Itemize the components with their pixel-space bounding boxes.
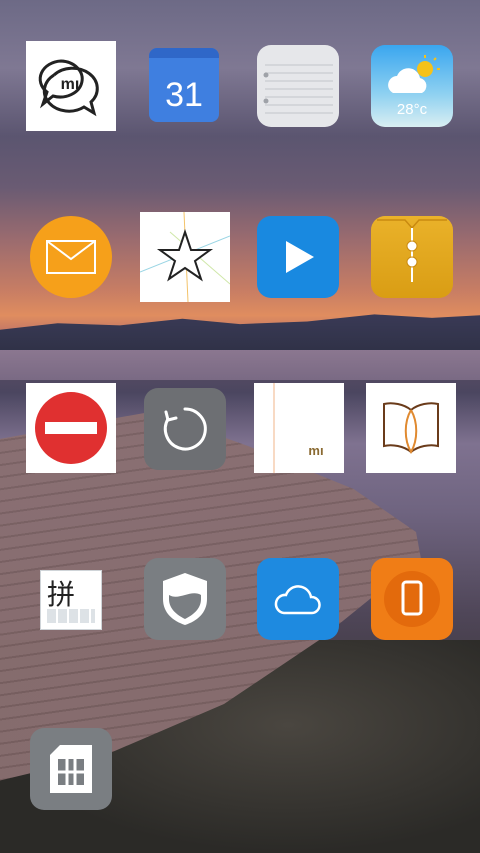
- app-notes[interactable]: [257, 45, 339, 127]
- app-backup[interactable]: [144, 388, 226, 470]
- calendar-icon: [149, 48, 219, 58]
- cloud-icon: [274, 585, 321, 615]
- svg-text:mı: mı: [61, 76, 80, 93]
- restore-icon: [163, 407, 207, 451]
- mi-logo-icon: mı: [273, 383, 324, 473]
- app-phone-manager[interactable]: [371, 558, 453, 640]
- folder-clip-icon: [377, 219, 447, 282]
- app-video[interactable]: [257, 216, 339, 298]
- phone-icon: [384, 571, 440, 627]
- app-security[interactable]: [144, 558, 226, 640]
- app-weather[interactable]: 28°c: [371, 45, 453, 127]
- pinyin-keyboard-icon: 拼: [40, 570, 102, 630]
- mi-chat-icon: mı: [38, 59, 99, 117]
- weather-temperature: 28°c: [396, 101, 428, 118]
- app-blocklist[interactable]: [26, 383, 116, 473]
- star-icon: [140, 212, 230, 302]
- play-icon: [286, 241, 314, 273]
- notepad-icon: [263, 64, 333, 114]
- envelope-icon: [46, 240, 96, 274]
- app-mi-store[interactable]: mı: [254, 383, 344, 473]
- app-calendar[interactable]: 31: [149, 48, 219, 122]
- svg-text:mı: mı: [308, 443, 323, 458]
- calendar-date: 31: [165, 76, 203, 114]
- app-pinyin-keyboard[interactable]: 拼: [32, 560, 110, 636]
- app-mi-talk[interactable]: mı: [26, 41, 116, 131]
- app-grid: mı 31 28°c mı 拼: [0, 0, 480, 853]
- no-entry-icon: [35, 392, 107, 464]
- app-cloud[interactable]: [257, 558, 339, 640]
- open-book-icon: [383, 402, 439, 454]
- app-mail[interactable]: [30, 216, 112, 298]
- shield-icon: [163, 573, 207, 625]
- app-file-manager[interactable]: [371, 216, 453, 298]
- app-themes[interactable]: [140, 212, 230, 302]
- pinyin-glyph: 拼: [47, 578, 76, 611]
- app-books[interactable]: [366, 383, 456, 473]
- sim-card-icon: [50, 745, 92, 793]
- app-sim-toolkit[interactable]: [30, 728, 112, 810]
